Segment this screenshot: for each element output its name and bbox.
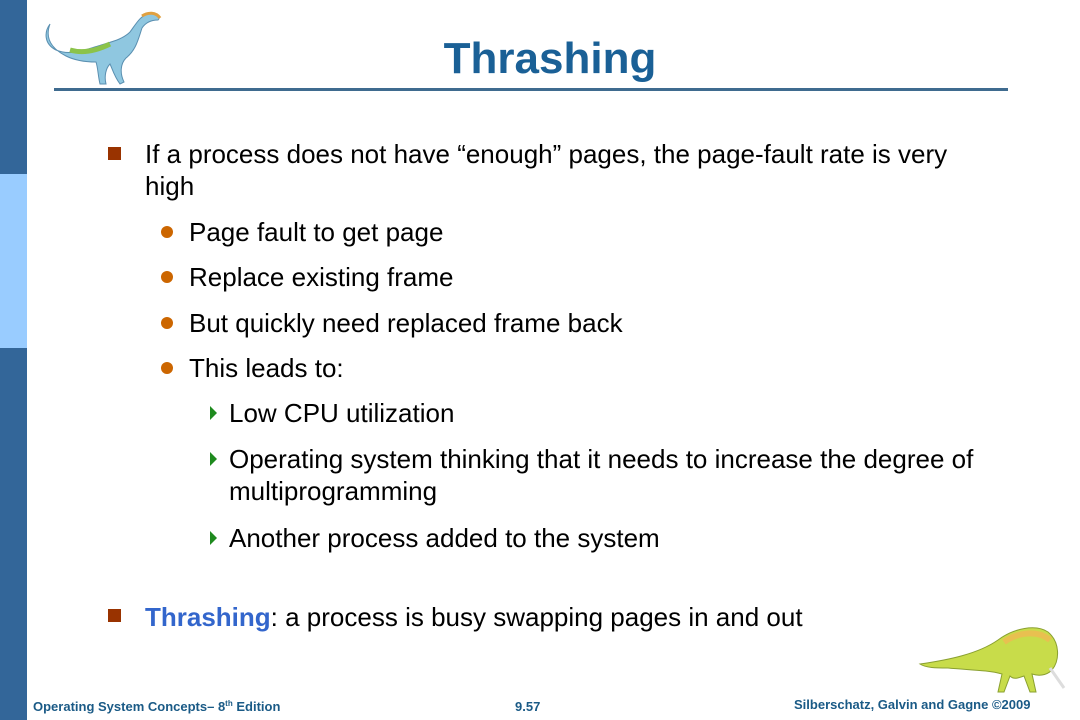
subsub-bullet-text-continued: multiprogramming [229,476,438,506]
circle-bullet-icon [161,226,173,238]
sub-bullet-text: Replace existing frame [189,262,454,292]
subsub-bullet-text: Low CPU utilization [229,398,455,428]
subsub-bullet-text: Operating system thinking that it needs … [229,444,974,474]
sidebar-accent-bar [0,0,27,720]
sub-bullet-text: But quickly need replaced frame back [189,308,623,338]
page-number: 9.57 [515,699,541,714]
dinosaur-footer-icon [918,627,1066,693]
circle-bullet-icon [161,271,173,283]
keyword-thrashing: Thrashing [145,602,271,632]
bullet-text: If a process does not have “enough” page… [145,139,948,169]
footer-copyright: Silberschatz, Galvin and Gagne ©2009 [794,697,1031,712]
circle-bullet-icon [161,317,173,329]
sidebar-light-segment [0,174,27,348]
footer-edition-label: Edition [232,699,281,714]
title-divider [54,88,1008,91]
square-bullet-icon [108,609,121,622]
square-bullet-icon [108,147,121,160]
triangle-bullet-icon [210,406,217,420]
bullet-text: Thrashing: a process is busy swapping pa… [145,601,803,633]
slide-title: Thrashing [443,34,657,83]
circle-bullet-icon [161,362,173,374]
footer-book-name: Operating System Concepts– 8 [33,699,226,714]
definition-text: : a process is busy swapping pages in an… [270,602,803,632]
triangle-bullet-icon [210,531,217,545]
bullet-text-continued: high [145,171,195,201]
subsub-bullet-text: Another process added to the system [229,523,660,553]
sub-bullet-text: This leads to: [189,353,344,383]
footer-edition-sup: th [225,699,233,708]
footer-book-title: Operating System Concepts– 8th Edition [33,699,280,714]
triangle-bullet-icon [210,452,217,466]
sub-bullet-text: Page fault to get page [189,217,444,247]
